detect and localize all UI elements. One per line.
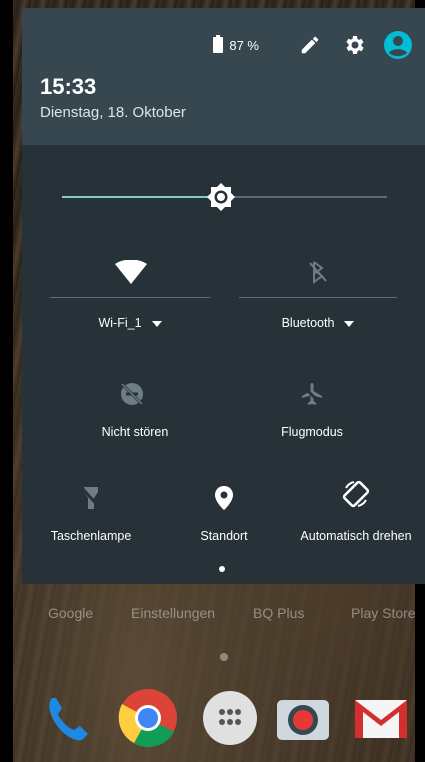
airplane-off-icon[interactable] <box>292 374 332 414</box>
gmail-app-icon[interactable] <box>351 688 411 748</box>
quick-settings-page-indicator <box>219 566 225 572</box>
home-app-label-play-store[interactable]: Play Store <box>351 605 416 621</box>
clock-date[interactable]: Dienstag, 18. Oktober <box>40 104 186 121</box>
location-tile-label[interactable]: Standort <box>169 529 279 543</box>
flashlight-off-icon[interactable] <box>71 478 111 518</box>
airplane-tile-label[interactable]: Flugmodus <box>232 425 392 439</box>
home-app-labels: Google Einstellungen BQ Plus Play Store <box>13 605 416 629</box>
bluetooth-label: Bluetooth <box>281 316 335 330</box>
flashlight-tile-label[interactable]: Taschenlampe <box>36 529 146 543</box>
wifi-icon[interactable] <box>111 252 151 292</box>
bluetooth-tile-label[interactable]: Bluetooth <box>239 316 397 330</box>
wifi-tile-divider <box>50 297 210 298</box>
dnd-tile-label[interactable]: Nicht stören <box>50 425 220 439</box>
wifi-dropdown-chevron-icon[interactable] <box>151 320 162 327</box>
brightness-slider[interactable] <box>62 183 387 211</box>
header-status-row: 87 % <box>213 30 413 60</box>
auto-rotate-icon[interactable] <box>336 474 376 514</box>
battery-percentage: 87 % <box>229 37 259 53</box>
brightness-slider-fill <box>62 196 222 198</box>
home-page-indicator <box>220 653 228 661</box>
screen-edge-left <box>0 0 13 762</box>
wifi-network-name: Wi-Fi_1 <box>98 316 142 330</box>
quick-settings-header: 87 % 15:33 Dienstag, 18. Oktober <box>22 8 425 145</box>
wifi-tile-label[interactable]: Wi-Fi_1 <box>50 316 210 330</box>
phone-app-icon[interactable] <box>38 688 98 748</box>
home-app-label-einstellungen[interactable]: Einstellungen <box>131 605 215 621</box>
battery-icon <box>213 35 224 53</box>
do-not-disturb-off-icon[interactable] <box>112 374 152 414</box>
home-app-label-google[interactable]: Google <box>48 605 93 621</box>
home-app-label-bq-plus[interactable]: BQ Plus <box>253 605 304 621</box>
clock-time: 15:33 <box>40 74 97 99</box>
camera-app-icon[interactable] <box>273 688 333 748</box>
app-drawer-icon[interactable] <box>200 688 260 748</box>
settings-gear-icon[interactable] <box>339 30 369 60</box>
bluetooth-off-icon[interactable] <box>298 252 338 292</box>
quick-settings-panel: 87 % 15:33 Dienstag, 18. Oktober Wi-Fi_1… <box>22 8 425 584</box>
home-dock <box>13 680 415 755</box>
edit-icon[interactable] <box>295 30 325 60</box>
location-icon[interactable] <box>204 478 244 518</box>
chrome-app-icon[interactable] <box>118 688 178 748</box>
brightness-icon[interactable] <box>206 182 236 212</box>
bluetooth-dropdown-chevron-icon[interactable] <box>344 320 355 327</box>
bluetooth-tile-divider <box>239 297 397 298</box>
user-avatar-icon[interactable] <box>383 30 413 60</box>
auto-rotate-tile-label[interactable]: Automatisch drehen <box>296 529 416 543</box>
